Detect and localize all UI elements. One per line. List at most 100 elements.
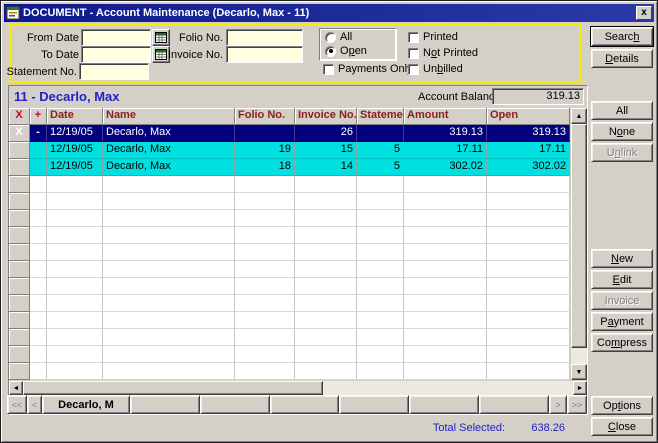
table-row-empty[interactable] xyxy=(9,227,570,244)
all-button[interactable]: All xyxy=(591,101,653,120)
table-row-empty[interactable] xyxy=(9,363,570,380)
title-bar[interactable]: DOCUMENT - Account Maintenance (Decarlo,… xyxy=(4,4,654,22)
scroll-right-icon[interactable]: ► xyxy=(573,381,587,395)
table-row-empty[interactable] xyxy=(9,312,570,329)
tab-next-button[interactable]: > xyxy=(549,395,567,414)
checkbox-payments-only[interactable]: Payments Only xyxy=(323,63,413,75)
statement-no-input[interactable] xyxy=(79,63,149,80)
table-row-empty[interactable] xyxy=(9,176,570,193)
row-expand-toggle[interactable] xyxy=(30,142,47,159)
row-name[interactable]: Decarlo, Max xyxy=(103,142,235,159)
row-folio[interactable] xyxy=(235,125,295,142)
horizontal-scroll-thumb[interactable] xyxy=(23,381,323,395)
row-name[interactable]: Decarlo, Max xyxy=(103,125,235,142)
options-button[interactable]: Options xyxy=(591,396,653,415)
edit-button[interactable]: Edit xyxy=(591,270,653,289)
new-button[interactable]: New xyxy=(591,249,653,268)
row-invoice[interactable]: 15 xyxy=(295,142,357,159)
from-date-input[interactable] xyxy=(81,29,151,46)
row-amount[interactable]: 319.13 xyxy=(404,125,487,142)
col-statement[interactable]: Statement xyxy=(357,108,404,125)
checkbox-not-printed[interactable]: Not Printed xyxy=(408,47,478,59)
row-statement[interactable]: 5 xyxy=(357,159,404,176)
row-invoice[interactable]: 14 xyxy=(295,159,357,176)
row-open[interactable]: 302.02 xyxy=(487,159,570,176)
row-folio[interactable]: 19 xyxy=(235,142,295,159)
checkbox-printed[interactable]: Printed xyxy=(408,31,458,43)
row-x-mark[interactable] xyxy=(9,159,30,176)
row-date[interactable]: 12/19/05 xyxy=(47,159,103,176)
table-row-empty[interactable] xyxy=(9,244,570,261)
row-expand-toggle[interactable] xyxy=(30,159,47,176)
tab-first-button[interactable]: << xyxy=(7,395,27,414)
scroll-left-icon[interactable]: ◄ xyxy=(9,381,23,395)
table-row-empty[interactable] xyxy=(9,346,570,363)
tab-empty[interactable] xyxy=(409,395,479,414)
row-x-mark[interactable] xyxy=(9,142,30,159)
table-row-empty[interactable] xyxy=(9,261,570,278)
grid-header-row[interactable]: X + Date Name Folio No. Invoice No. Stat… xyxy=(9,108,570,125)
folio-no-label: Folio No. xyxy=(163,32,223,44)
scroll-up-icon[interactable]: ▲ xyxy=(571,108,587,124)
tab-prev-button[interactable]: < xyxy=(27,395,42,414)
col-invoice[interactable]: Invoice No. xyxy=(295,108,357,125)
table-row[interactable]: 12/19/05 Decarlo, Max 18 14 5 302.02 302… xyxy=(9,159,570,176)
table-row-empty[interactable] xyxy=(9,193,570,210)
to-date-input[interactable] xyxy=(81,46,151,63)
row-x-mark xyxy=(9,210,30,227)
tab-empty[interactable] xyxy=(200,395,270,414)
tab-empty[interactable] xyxy=(130,395,200,414)
row-invoice[interactable]: 26 xyxy=(295,125,357,142)
col-date[interactable]: Date xyxy=(47,108,103,125)
payment-button[interactable]: Payment xyxy=(591,312,653,331)
col-open[interactable]: Open xyxy=(487,108,570,125)
table-row-empty[interactable] xyxy=(9,329,570,346)
compress-button[interactable]: Compress xyxy=(591,333,653,352)
scroll-down-icon[interactable]: ▼ xyxy=(571,364,587,380)
tab-decarlo[interactable]: Decarlo, M xyxy=(42,395,130,414)
row-amount[interactable]: 17.11 xyxy=(404,142,487,159)
col-expand[interactable]: + xyxy=(30,108,47,125)
col-amount[interactable]: Amount xyxy=(404,108,487,125)
row-x-mark[interactable]: X xyxy=(9,125,30,142)
row-open[interactable]: 319.13 xyxy=(487,125,570,142)
radio-all[interactable]: All xyxy=(325,31,352,43)
table-row[interactable]: X - 12/19/05 Decarlo, Max 26 319.13 319.… xyxy=(9,125,570,142)
row-statement[interactable] xyxy=(357,125,404,142)
row-date[interactable]: 12/19/05 xyxy=(47,142,103,159)
row-amount[interactable]: 302.02 xyxy=(404,159,487,176)
folio-no-input[interactable] xyxy=(226,29,303,46)
row-folio[interactable]: 18 xyxy=(235,159,295,176)
search-button[interactable]: Search xyxy=(590,26,654,47)
radio-open[interactable]: Open xyxy=(325,45,367,57)
col-name[interactable]: Name xyxy=(103,108,235,125)
row-statement[interactable]: 5 xyxy=(357,142,404,159)
row-date[interactable]: 12/19/05 xyxy=(47,125,103,142)
table-row-empty[interactable] xyxy=(9,210,570,227)
window-title: DOCUMENT - Account Maintenance (Decarlo,… xyxy=(23,7,633,19)
close-icon[interactable]: x xyxy=(636,6,652,20)
horizontal-scrollbar[interactable]: ◄ ► xyxy=(9,381,587,395)
details-button[interactable]: Details xyxy=(591,49,653,68)
row-open[interactable]: 17.11 xyxy=(487,142,570,159)
empty-cell xyxy=(295,312,357,329)
tab-empty[interactable] xyxy=(270,395,340,414)
col-folio[interactable]: Folio No. xyxy=(235,108,295,125)
row-expand-toggle[interactable]: - xyxy=(30,125,47,142)
none-button[interactable]: None xyxy=(591,122,653,141)
table-row-empty[interactable] xyxy=(9,295,570,312)
close-button[interactable]: Close xyxy=(591,417,653,436)
tab-empty[interactable] xyxy=(339,395,409,414)
table-row[interactable]: 12/19/05 Decarlo, Max 19 15 5 17.11 17.1… xyxy=(9,142,570,159)
row-name[interactable]: Decarlo, Max xyxy=(103,159,235,176)
tab-last-button[interactable]: >> xyxy=(567,395,587,414)
vertical-scroll-thumb[interactable] xyxy=(571,124,587,348)
empty-cell xyxy=(487,244,570,261)
checkbox-unbilled[interactable]: Unbilled xyxy=(408,63,463,75)
vertical-scrollbar[interactable]: ▲ ▼ xyxy=(571,108,587,380)
table-row-empty[interactable] xyxy=(9,278,570,295)
row-x-mark xyxy=(9,176,30,193)
invoice-no-input[interactable] xyxy=(226,46,303,63)
col-x[interactable]: X xyxy=(9,108,30,125)
tab-empty[interactable] xyxy=(479,395,549,414)
